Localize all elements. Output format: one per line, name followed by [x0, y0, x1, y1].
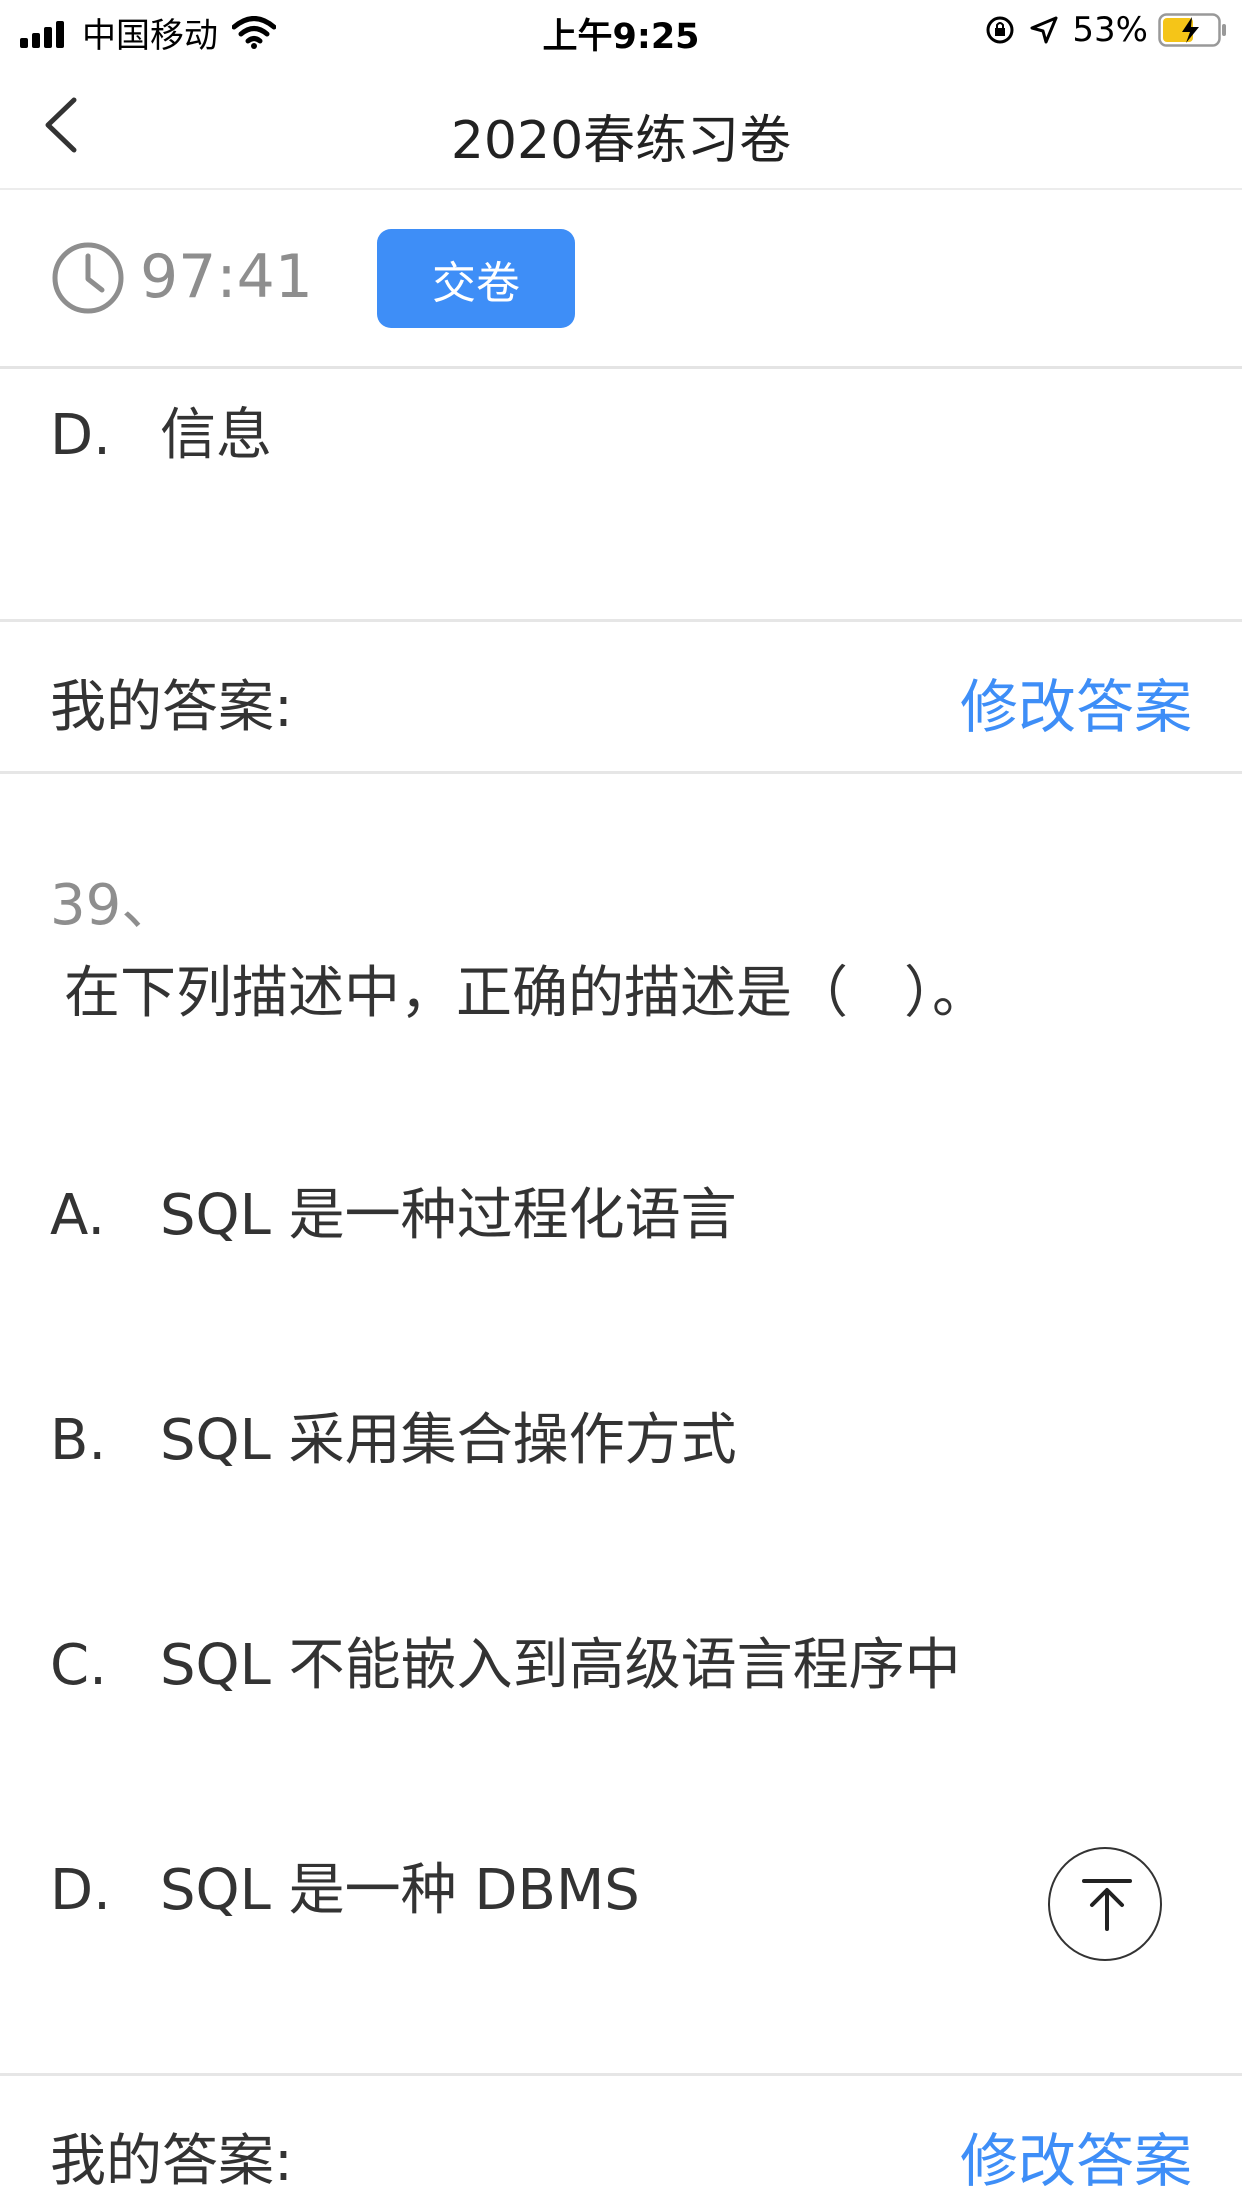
question-number: 39、: [50, 873, 178, 938]
option-text: SQL 不能嵌入到高级语言程序中: [160, 1633, 961, 1698]
exam-page: 中国移动 上午9:25 53% 2020春练习卷 97:41 交卷 D. 信息 …: [0, 0, 1242, 2208]
battery-percent: 53%: [1072, 10, 1148, 50]
question-text: 在下列描述中，正确的描述是（ ）。: [64, 961, 988, 1026]
option-letter: D.: [50, 1858, 111, 1923]
option-text: SQL 采用集合操作方式: [160, 1408, 737, 1473]
battery-charging-icon: [1158, 13, 1226, 47]
submit-exam-button[interactable]: 交卷: [377, 229, 575, 328]
option-text: SQL 是一种 DBMS: [160, 1858, 640, 1923]
prev-option-d[interactable]: D. 信息: [50, 390, 272, 471]
timer-bar: 97:41 交卷: [0, 190, 1242, 369]
nav-bar: 2020春练习卷: [0, 62, 1242, 190]
option-text: 信息: [160, 403, 272, 468]
status-right: 53%: [984, 10, 1228, 50]
back-to-top-button[interactable]: [1048, 1847, 1162, 1961]
page-title: 2020春练习卷: [450, 111, 792, 171]
my-answer-label: 我的答案:: [50, 675, 293, 740]
option-c[interactable]: C. SQL 不能嵌入到高级语言程序中: [50, 1620, 961, 1701]
option-a[interactable]: A. SQL 是一种过程化语言: [50, 1170, 737, 1251]
my-answer-label: 我的答案:: [50, 2129, 293, 2194]
clock-icon: [52, 242, 124, 314]
option-letter: A.: [50, 1183, 106, 1248]
option-letter: C.: [50, 1633, 107, 1698]
option-letter: D.: [50, 403, 111, 468]
prev-answer-row: 我的答案: 修改答案: [0, 622, 1242, 772]
timer-remaining: 97:41: [140, 242, 313, 312]
modify-answer-button[interactable]: 修改答案: [960, 2114, 1192, 2198]
option-letter: B.: [50, 1408, 107, 1473]
modify-answer-button[interactable]: 修改答案: [960, 660, 1192, 744]
location-icon: [1030, 16, 1058, 44]
divider: [0, 771, 1242, 774]
answer-row: 我的答案: 修改答案: [0, 2076, 1242, 2208]
arrow-up-to-top-icon: [1082, 1879, 1132, 1931]
option-d[interactable]: D. SQL 是一种 DBMS: [50, 1845, 640, 1926]
status-bar: 中国移动 上午9:25 53%: [0, 0, 1242, 62]
option-b[interactable]: B. SQL 采用集合操作方式: [50, 1395, 737, 1476]
orientation-lock-icon: [986, 16, 1014, 44]
option-text: SQL 是一种过程化语言: [160, 1183, 737, 1248]
